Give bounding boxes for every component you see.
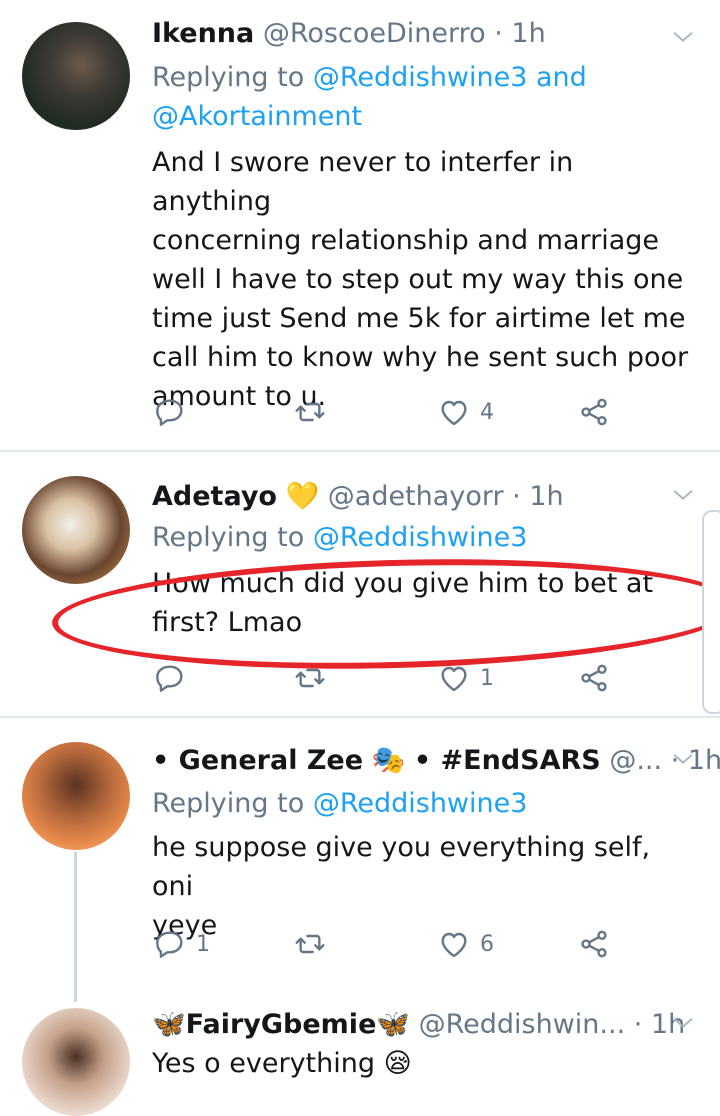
display-name[interactable]: • General Zee: [152, 745, 363, 776]
share-icon: [581, 398, 607, 426]
separator-dot: ·: [633, 1009, 643, 1040]
replying-to: Replying to @Reddishwine3: [152, 518, 690, 557]
chevron-down-icon[interactable]: [672, 484, 694, 506]
performing-arts-emoji: 🎭: [371, 745, 406, 776]
display-name[interactable]: FairyGbemie: [186, 1009, 377, 1040]
like-count: 1: [480, 665, 494, 691]
tweet-text-line: And I swore never to interfer in anythin…: [152, 147, 574, 217]
share-button[interactable]: [578, 392, 610, 432]
replying-prefix: Replying to: [152, 62, 305, 93]
tweet-actions: 1: [152, 658, 622, 698]
replying-to: Replying to @Reddishwine3: [152, 784, 690, 823]
timestamp[interactable]: 1h: [511, 18, 545, 49]
butterfly-emoji: 🦋: [152, 1009, 186, 1040]
share-icon: [581, 664, 607, 692]
tweet-text-line: call him to know why he sent such poor: [152, 342, 689, 373]
tweet-header: • General Zee 🎭 • #EndSARS @... · 1h: [152, 744, 720, 776]
tweet-text-line: How much did you give him to bet at: [152, 568, 654, 599]
sleepy-face-emoji: 😪: [383, 1048, 412, 1079]
avatar[interactable]: [22, 1008, 130, 1116]
tweet-ikenna[interactable]: Ikenna @RoscoeDinerro · 1h Replying to @…: [0, 0, 720, 450]
tweet-general-zee[interactable]: • General Zee 🎭 • #EndSARS @... · 1h Rep…: [0, 718, 720, 1002]
mention-link[interactable]: @Reddishwine3: [313, 522, 528, 553]
replying-prefix: Replying to: [152, 522, 305, 553]
tweet-header: 🦋FairyGbemie🦋 @Reddishwin... · 1h: [152, 1008, 685, 1040]
timestamp[interactable]: 1h: [529, 481, 563, 512]
retweet-button[interactable]: [294, 658, 336, 698]
tweet-actions: 1 6: [152, 924, 622, 964]
tweet-text-line: Yes o everything: [152, 1048, 376, 1079]
retweet-icon: [295, 668, 325, 688]
display-name-suffix[interactable]: • #EndSARS: [414, 745, 601, 776]
like-button[interactable]: 4: [438, 392, 494, 432]
yellow-heart-emoji: 💛: [285, 481, 320, 512]
display-name[interactable]: Adetayo: [152, 481, 277, 512]
avatar[interactable]: [22, 742, 130, 850]
tweet-text: And I swore never to interfer in anythin…: [152, 143, 690, 416]
retweet-button[interactable]: [294, 924, 336, 964]
avatar[interactable]: [22, 22, 130, 130]
reply-button[interactable]: [154, 658, 196, 698]
tweet-fairygbemie[interactable]: 🦋FairyGbemie🦋 @Reddishwin... · 1h Yes o …: [0, 1000, 720, 1116]
retweet-button[interactable]: [294, 392, 336, 432]
reply-count: 1: [196, 931, 210, 957]
chevron-down-icon[interactable]: [672, 748, 694, 770]
handle[interactable]: @adethayorr: [328, 481, 504, 512]
reply-button[interactable]: 1: [154, 924, 210, 964]
share-button[interactable]: [578, 924, 610, 964]
tweet-text-line: well I have to step out my way this one: [152, 264, 684, 295]
mention-link[interactable]: @Reddishwine3: [313, 788, 528, 819]
replying-prefix: Replying to: [152, 788, 305, 819]
tweet-header: Ikenna @RoscoeDinerro · 1h: [152, 18, 680, 49]
retweet-icon: [295, 934, 325, 954]
mention-link[interactable]: @Reddishwine3 and: [313, 62, 587, 93]
reply-button[interactable]: [154, 392, 196, 432]
tweet-text: How much did you give him to bet at firs…: [152, 564, 690, 642]
avatar[interactable]: [22, 476, 130, 584]
separator-dot: ·: [512, 481, 521, 512]
share-icon: [581, 930, 607, 958]
like-count: 4: [480, 399, 494, 425]
display-name[interactable]: Ikenna: [152, 18, 254, 49]
side-scroll-handle[interactable]: [702, 510, 720, 714]
chevron-down-icon[interactable]: [672, 26, 694, 48]
tweet-header: Adetayo 💛 @adethayorr · 1h: [152, 480, 680, 512]
like-button[interactable]: 1: [438, 658, 494, 698]
thread-connector: [74, 852, 77, 1002]
tweet-text-line: time just Send me 5k for airtime let me: [152, 303, 686, 334]
separator-dot: ·: [494, 18, 503, 49]
like-button[interactable]: 6: [438, 924, 494, 964]
tweet-text: Yes o everything 😪: [152, 1044, 690, 1083]
mention-link[interactable]: @Akortainment: [152, 101, 362, 132]
share-button[interactable]: [578, 658, 610, 698]
butterfly-emoji: 🦋: [376, 1009, 411, 1040]
tweet-actions: 4: [152, 392, 622, 432]
reply-icon: [156, 665, 183, 692]
like-icon: [441, 666, 467, 692]
tweet-adetayo[interactable]: Adetayo 💛 @adethayorr · 1h Replying to @…: [0, 452, 720, 716]
replying-to: Replying to @Reddishwine3 and @Akortainm…: [152, 58, 690, 136]
handle[interactable]: @Reddishwin...: [419, 1009, 626, 1040]
chevron-down-icon[interactable]: [672, 1012, 694, 1034]
reply-icon: [156, 931, 183, 958]
like-count: 6: [480, 931, 494, 957]
tweet-text-line: he suppose give you everything self, oni: [152, 832, 651, 902]
handle[interactable]: @RoscoeDinerro: [263, 18, 486, 49]
reply-icon: [156, 399, 183, 426]
handle[interactable]: @...: [609, 745, 662, 776]
tweet-text-line: first? Lmao: [152, 607, 303, 638]
retweet-icon: [295, 402, 325, 422]
like-icon: [441, 932, 467, 958]
like-icon: [441, 400, 467, 426]
tweet-text-line: concerning relationship and marriage: [152, 225, 660, 256]
